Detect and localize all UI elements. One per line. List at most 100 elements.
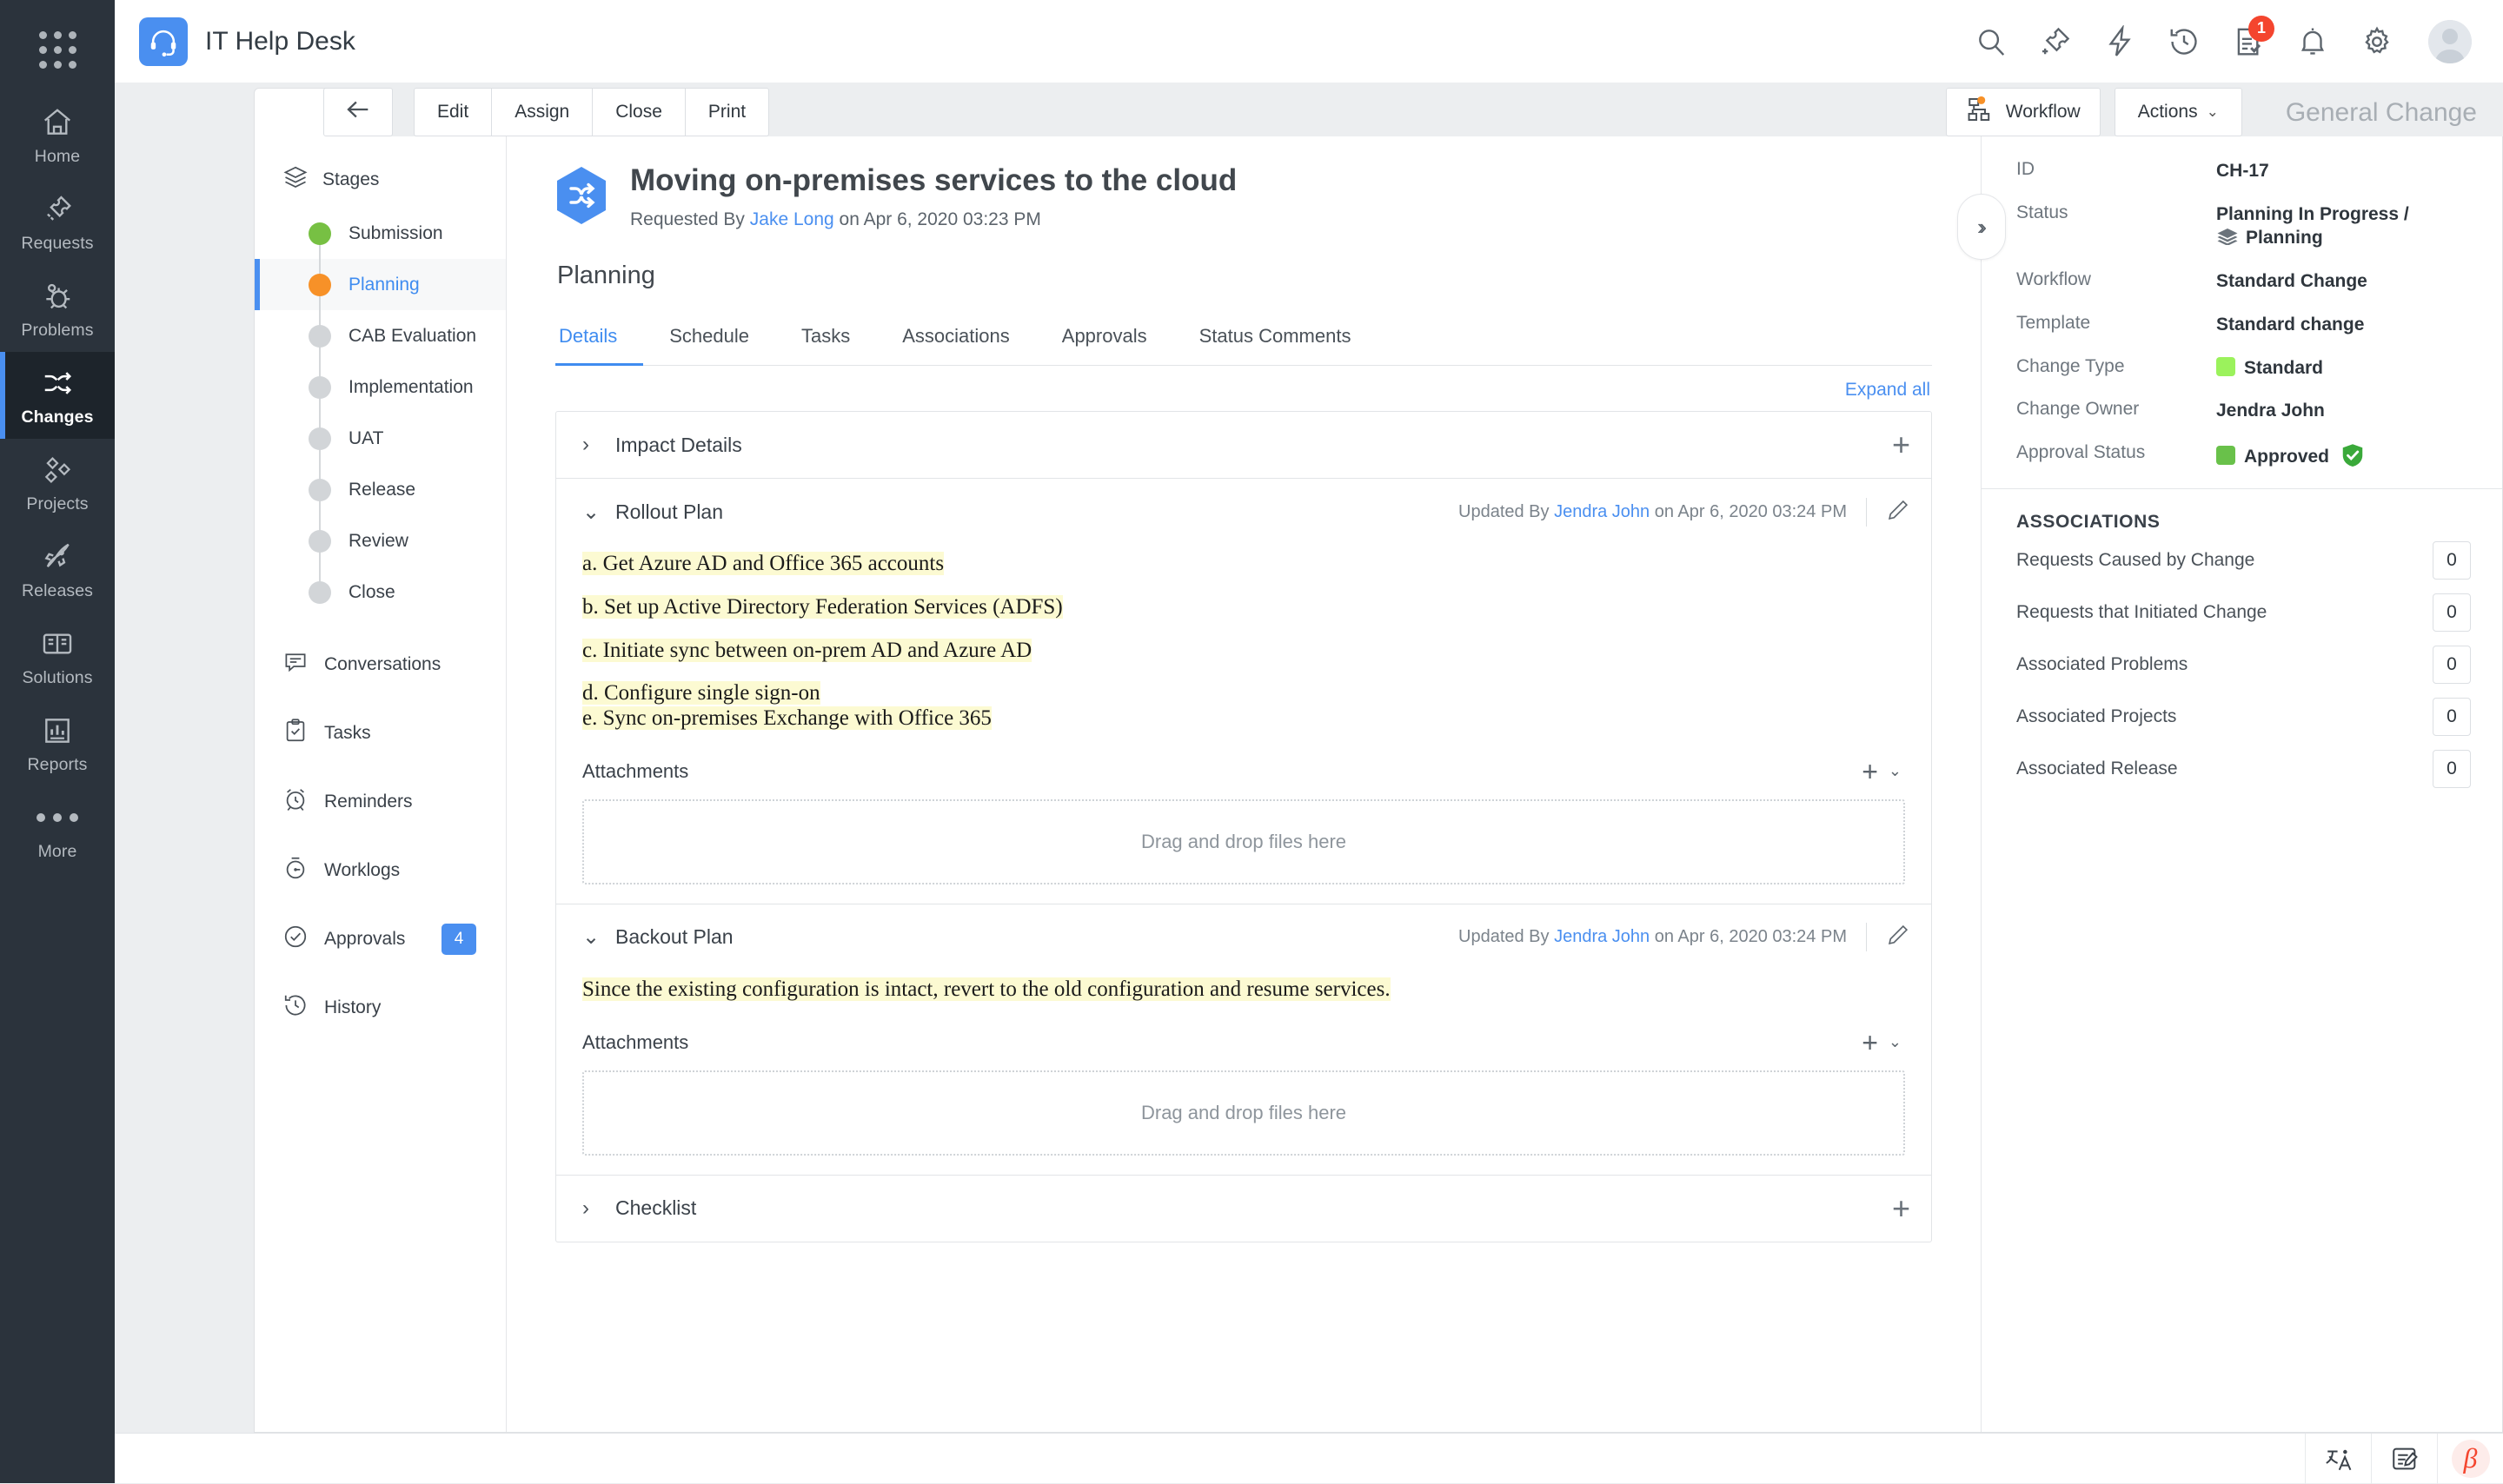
stage-submission[interactable]: Submission: [255, 208, 506, 259]
stage-label: Close: [349, 582, 395, 603]
sidebar-label-more: More: [38, 842, 77, 862]
stage-cab-evaluation[interactable]: CAB Evaluation: [255, 310, 506, 361]
record-module-nav: Stages Submission Planning: [255, 136, 507, 1432]
recent-history-icon[interactable]: [2166, 23, 2202, 60]
association-label: Requests that Initiated Change: [2016, 602, 2267, 623]
stage-implementation[interactable]: Implementation: [255, 361, 506, 413]
property-value: Standard change: [2216, 313, 2364, 337]
requester-link[interactable]: Jake Long: [750, 209, 834, 229]
updated-by-link[interactable]: Jendra John: [1554, 502, 1650, 522]
rollout-dropzone-text: Drag and drop files here: [1141, 831, 1346, 853]
stage-review[interactable]: Review: [255, 515, 506, 566]
edit-rollout-plan-button[interactable]: [1866, 498, 1910, 527]
feedback-note-icon[interactable]: [2371, 1434, 2437, 1484]
sidebar-item-solutions[interactable]: Solutions: [0, 613, 115, 699]
modnav-item-approvals[interactable]: Approvals 4: [255, 904, 506, 973]
sidebar-item-home[interactable]: Home: [0, 91, 115, 178]
updated-by-link[interactable]: Jendra John: [1554, 927, 1650, 947]
stage-planning[interactable]: Planning: [255, 259, 506, 310]
sidebar-item-releases[interactable]: Releases: [0, 526, 115, 613]
checklist-header[interactable]: › Checklist +: [556, 1176, 1931, 1242]
modnav-item-history[interactable]: History: [255, 973, 506, 1042]
tab-approvals[interactable]: Approvals: [1036, 313, 1173, 366]
shield-check-icon: [2340, 442, 2366, 468]
beta-icon[interactable]: β: [2437, 1434, 2503, 1484]
stage-label: UAT: [349, 428, 383, 449]
stage-release[interactable]: Release: [255, 464, 506, 515]
search-icon[interactable]: [1973, 23, 2009, 60]
avatar[interactable]: [2428, 20, 2472, 63]
impact-details-header[interactable]: › Impact Details +: [556, 412, 1931, 478]
chevron-right-icon: ›: [582, 433, 601, 457]
quick-actions-icon[interactable]: [2101, 23, 2138, 60]
add-checklist-button[interactable]: +: [1892, 1193, 1910, 1224]
sidebar-item-projects[interactable]: Projects: [0, 439, 115, 526]
backout-plan-content: Since the existing configuration is inta…: [582, 977, 1905, 1003]
property-label: Change Owner: [2016, 399, 2216, 420]
chevron-down-icon[interactable]: ⌄: [1889, 1033, 1902, 1051]
workflow-button[interactable]: Workflow: [1946, 88, 2101, 136]
association-release[interactable]: Associated Release 0: [2016, 750, 2471, 788]
stage-uat[interactable]: UAT: [255, 413, 506, 464]
sidebar-item-requests[interactable]: Requests: [0, 178, 115, 265]
associations-title: ASSOCIATIONS: [2016, 489, 2471, 541]
translate-icon[interactable]: [2305, 1434, 2371, 1484]
print-button[interactable]: Print: [685, 88, 769, 136]
tab-schedule[interactable]: Schedule: [643, 313, 775, 366]
modnav-item-reminders[interactable]: Reminders: [255, 767, 506, 836]
tab-status-comments[interactable]: Status Comments: [1173, 313, 1378, 366]
tab-details[interactable]: Details: [555, 313, 643, 366]
rollout-dropzone[interactable]: Drag and drop files here: [582, 799, 1905, 884]
actions-dropdown-button[interactable]: Actions ⌄: [2115, 88, 2242, 136]
association-problems[interactable]: Associated Problems 0: [2016, 646, 2471, 684]
property-value: Standard: [2216, 356, 2323, 381]
record-meta: Requested By Jake Long on Apr 6, 2020 03…: [630, 209, 1237, 230]
add-attachment-icon[interactable]: +: [1862, 1029, 1878, 1057]
conversation-icon: [282, 649, 309, 680]
modnav-item-worklogs[interactable]: Worklogs: [255, 836, 506, 904]
stage-dot-icon: [309, 427, 331, 450]
sidebar-item-problems[interactable]: Problems: [0, 265, 115, 352]
add-impact-detail-button[interactable]: +: [1892, 429, 1910, 460]
rollout-attachments-row: Attachments + ⌄: [582, 758, 1905, 785]
backout-plan-header[interactable]: ⌄ Backout Plan Updated By Jendra John on…: [556, 904, 1931, 971]
approvals-icon[interactable]: 1: [2230, 23, 2267, 60]
edit-button[interactable]: Edit: [414, 88, 492, 136]
backout-attachments-row: Attachments + ⌄: [582, 1029, 1905, 1057]
toolbar-right-group: Workflow Actions ⌄ General Change: [1946, 88, 2503, 136]
home-icon: [41, 106, 74, 139]
backout-attachments-label: Attachments: [582, 1031, 688, 1054]
expand-all-link[interactable]: Expand all: [1845, 380, 1930, 401]
notifications-bell-icon[interactable]: [2294, 23, 2331, 60]
edit-backout-plan-button[interactable]: [1866, 923, 1910, 951]
backout-attachment-controls: + ⌄: [1862, 1029, 1902, 1057]
backout-dropzone[interactable]: Drag and drop files here: [582, 1070, 1905, 1156]
collapse-properties-button[interactable]: ››: [1957, 194, 2006, 260]
property-label: Status: [2016, 202, 2216, 223]
association-projects[interactable]: Associated Projects 0: [2016, 698, 2471, 736]
close-button[interactable]: Close: [592, 88, 686, 136]
association-requests-initiated[interactable]: Requests that Initiated Change 0: [2016, 593, 2471, 632]
sidebar-item-changes[interactable]: Changes: [0, 352, 115, 439]
app-launcher-button[interactable]: [0, 9, 115, 91]
chevron-down-icon[interactable]: ⌄: [1889, 762, 1902, 780]
stage-close[interactable]: Close: [255, 566, 506, 618]
add-attachment-icon[interactable]: +: [1862, 758, 1878, 785]
sidebar-item-more[interactable]: More: [0, 786, 115, 873]
add-request-icon[interactable]: [2037, 23, 2074, 60]
association-requests-caused[interactable]: Requests Caused by Change 0: [2016, 541, 2471, 580]
assign-button[interactable]: Assign: [491, 88, 593, 136]
tab-associations[interactable]: Associations: [876, 313, 1036, 366]
modnav-item-conversations[interactable]: Conversations: [255, 630, 506, 699]
details-accordion: › Impact Details + ⌄ Rollout Plan: [555, 411, 1932, 1242]
modnav-item-tasks[interactable]: Tasks: [255, 699, 506, 767]
approvals-badge: 1: [2248, 16, 2274, 42]
sidebar-item-reports[interactable]: Reports: [0, 699, 115, 786]
sidebar-label-problems: Problems: [21, 321, 93, 341]
tab-tasks[interactable]: Tasks: [775, 313, 876, 366]
rollout-plan-header[interactable]: ⌄ Rollout Plan Updated By Jendra John on…: [556, 479, 1931, 545]
settings-gear-icon[interactable]: [2359, 23, 2395, 60]
back-button[interactable]: [323, 88, 393, 136]
workflow-label: Workflow: [2006, 102, 2081, 123]
section-backout-plan: ⌄ Backout Plan Updated By Jendra John on…: [556, 904, 1931, 1175]
